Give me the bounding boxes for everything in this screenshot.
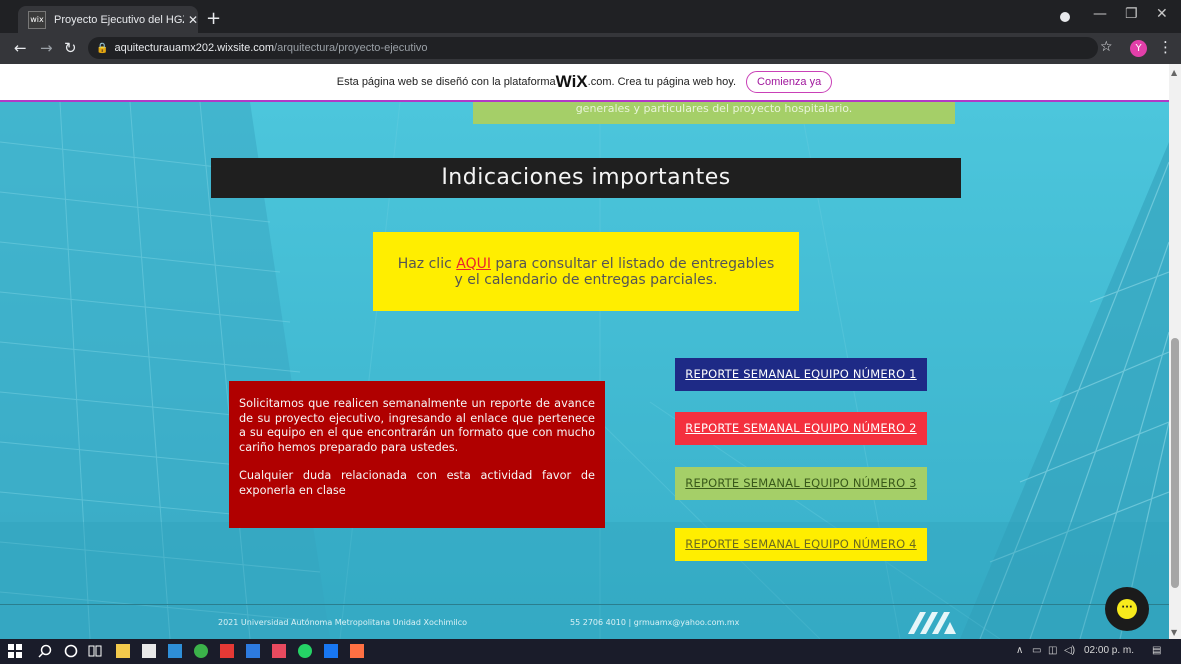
taskbar-clock[interactable]: 02:00 p. m. <box>1084 645 1134 656</box>
browser-tab-bar: wix Proyecto Ejecutivo del HGZT | Ar ✕ +… <box>0 0 1181 33</box>
tab-title: Proyecto Ejecutivo del HGZT | Ar <box>54 13 184 26</box>
whatsapp-icon[interactable] <box>298 644 312 658</box>
app-icon-pink[interactable] <box>272 644 286 658</box>
notifications-icon[interactable]: ▤ <box>1152 645 1161 656</box>
scroll-down-icon[interactable]: ▼ <box>1171 628 1177 637</box>
forward-icon[interactable]: → <box>40 39 53 57</box>
tray-network-icon[interactable]: ◫ <box>1048 645 1057 656</box>
app-icon-orange[interactable] <box>350 644 364 658</box>
aqui-link[interactable]: AQUI <box>456 256 491 272</box>
windows-taskbar: ∧ ▭ ◫ ◁) 02:00 p. m. ▤ <box>0 639 1181 664</box>
file-explorer-icon[interactable] <box>116 644 130 658</box>
info-line-2: y el calendario de entregas parciales. <box>454 271 718 288</box>
search-icon[interactable] <box>38 644 52 658</box>
browser-menu-icon[interactable]: ⋮ <box>1158 38 1173 56</box>
instructions-paragraph-1: Solicitamos que realicen semanalmente un… <box>239 397 595 454</box>
app-icon-blue[interactable] <box>246 644 260 658</box>
footer-copyright: 2021 Universidad Autónoma Metropolitana … <box>218 618 468 627</box>
cortana-icon[interactable] <box>64 644 78 658</box>
info-line-1: Haz clic AQUI para consultar el listado … <box>397 255 775 272</box>
extension-dot-icon[interactable] <box>1060 12 1070 22</box>
close-tab-icon[interactable]: ✕ <box>188 13 198 27</box>
app-icon-red[interactable] <box>220 644 234 658</box>
uam-logo-icon <box>908 612 956 634</box>
close-window-icon[interactable]: ✕ <box>1156 6 1168 22</box>
report-team-4-button[interactable]: REPORTE SEMANAL EQUIPO NÚMERO 4 <box>675 528 927 561</box>
chat-bubble-icon: ··· <box>1117 599 1137 619</box>
page-content: generales y particulares del proyecto ho… <box>0 102 1169 639</box>
windows-start-icon[interactable] <box>8 644 22 658</box>
mail-icon[interactable] <box>168 644 182 658</box>
store-icon[interactable] <box>142 644 156 658</box>
lock-icon: 🔒 <box>96 42 109 54</box>
task-view-icon[interactable] <box>88 644 102 658</box>
profile-avatar[interactable]: Y <box>1130 40 1147 57</box>
report-team-1-button[interactable]: REPORTE SEMANAL EQUIPO NÚMERO 1 <box>675 358 927 391</box>
url-text: aquitecturauamx202.wixsite.com/arquitect… <box>114 42 428 54</box>
chrome-icon[interactable] <box>194 644 208 658</box>
maximize-icon[interactable]: ❐ <box>1125 6 1138 22</box>
tray-battery-icon[interactable]: ▭ <box>1032 645 1041 656</box>
address-bar[interactable]: 🔒 aquitecturauamx202.wixsite.com/arquite… <box>88 37 1098 59</box>
start-now-button[interactable]: Comienza ya <box>746 71 833 93</box>
new-tab-icon[interactable]: + <box>206 8 221 29</box>
tray-chevron-icon[interactable]: ∧ <box>1016 645 1023 656</box>
reload-icon[interactable]: ↻ <box>64 39 77 57</box>
green-info-box: generales y particulares del proyecto ho… <box>473 102 955 124</box>
section-heading: Indicaciones importantes <box>211 158 961 198</box>
report-team-2-button[interactable]: REPORTE SEMANAL EQUIPO NÚMERO 2 <box>675 412 927 445</box>
instructions-paragraph-2: Cualquier duda relacionada con esta acti… <box>239 469 595 497</box>
footer-divider <box>0 604 1169 605</box>
tray-volume-icon[interactable]: ◁) <box>1064 645 1075 656</box>
minimize-icon[interactable]: — <box>1093 6 1107 22</box>
weekly-report-instructions: Solicitamos que realicen semanalmente un… <box>229 381 605 528</box>
browser-toolbar: ← → ↻ 🔒 aquitecturauamx202.wixsite.com/a… <box>0 33 1181 64</box>
browser-tab[interactable]: wix Proyecto Ejecutivo del HGZT | Ar ✕ <box>18 6 198 33</box>
report-team-3-button[interactable]: REPORTE SEMANAL EQUIPO NÚMERO 3 <box>675 467 927 500</box>
deliverables-info-box: Haz clic AQUI para consultar el listado … <box>373 232 799 311</box>
scroll-up-icon[interactable]: ▲ <box>1171 68 1177 77</box>
chat-button[interactable]: ··· <box>1105 587 1149 631</box>
wix-banner-text-before: Esta página web se diseñó con la platafo… <box>336 76 556 88</box>
footer-contact: 55 2706 4010 | grmuamx@yahoo.com.mx <box>570 618 740 627</box>
bookmark-star-icon[interactable]: ☆ <box>1100 39 1113 55</box>
back-icon[interactable]: ← <box>14 39 27 57</box>
wix-logo: WiX <box>555 72 588 91</box>
scrollbar-thumb[interactable] <box>1171 338 1179 588</box>
app-icon-messenger[interactable] <box>324 644 338 658</box>
wix-favicon-icon: wix <box>28 10 46 29</box>
wix-banner-text-after: .com. Crea tu página web hoy. <box>587 76 737 88</box>
wix-banner: Esta página web se diseñó con la platafo… <box>0 64 1169 102</box>
